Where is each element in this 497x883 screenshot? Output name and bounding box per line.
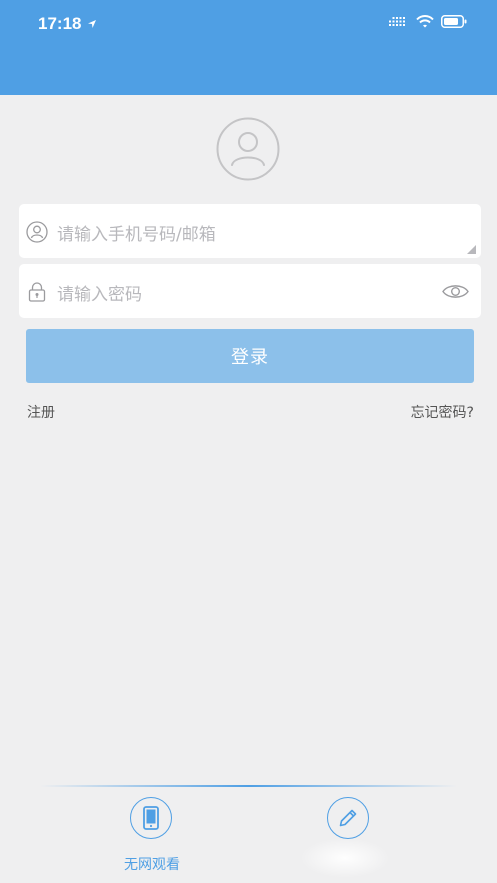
offline-view-label[interactable]: 无网观看	[116, 854, 188, 874]
location-arrow-icon	[88, 20, 97, 28]
phone-icon	[143, 806, 159, 830]
status-time: 17:18	[38, 14, 97, 34]
header-bar: 17:18	[0, 0, 497, 95]
account-field[interactable]: 请输入手机号码/邮箱	[19, 204, 481, 258]
password-input-placeholder[interactable]: 请输入密码	[57, 280, 142, 305]
show-password-eye-icon[interactable]	[442, 283, 469, 300]
login-button[interactable]: 登录	[26, 329, 474, 383]
wifi-icon	[416, 15, 434, 28]
forgot-password-link[interactable]: 忘记密码?	[411, 402, 474, 422]
lock-icon	[28, 282, 46, 302]
avatar	[216, 117, 280, 181]
user-avatar-icon	[216, 117, 280, 181]
battery-icon	[441, 15, 467, 28]
offline-view-button[interactable]	[130, 797, 172, 839]
edit-button[interactable]	[327, 797, 369, 839]
password-field[interactable]: 请输入密码	[19, 264, 481, 318]
bottom-divider	[40, 785, 457, 787]
resize-handle-icon	[467, 245, 476, 254]
signal-icon	[389, 16, 405, 26]
register-link[interactable]: 注册	[27, 402, 55, 422]
user-icon	[26, 221, 48, 243]
status-time-text: 17:18	[38, 14, 82, 33]
status-icons	[389, 15, 467, 28]
pencil-icon	[339, 809, 357, 827]
watermark-glare	[300, 838, 390, 878]
account-input-placeholder[interactable]: 请输入手机号码/邮箱	[57, 220, 216, 245]
